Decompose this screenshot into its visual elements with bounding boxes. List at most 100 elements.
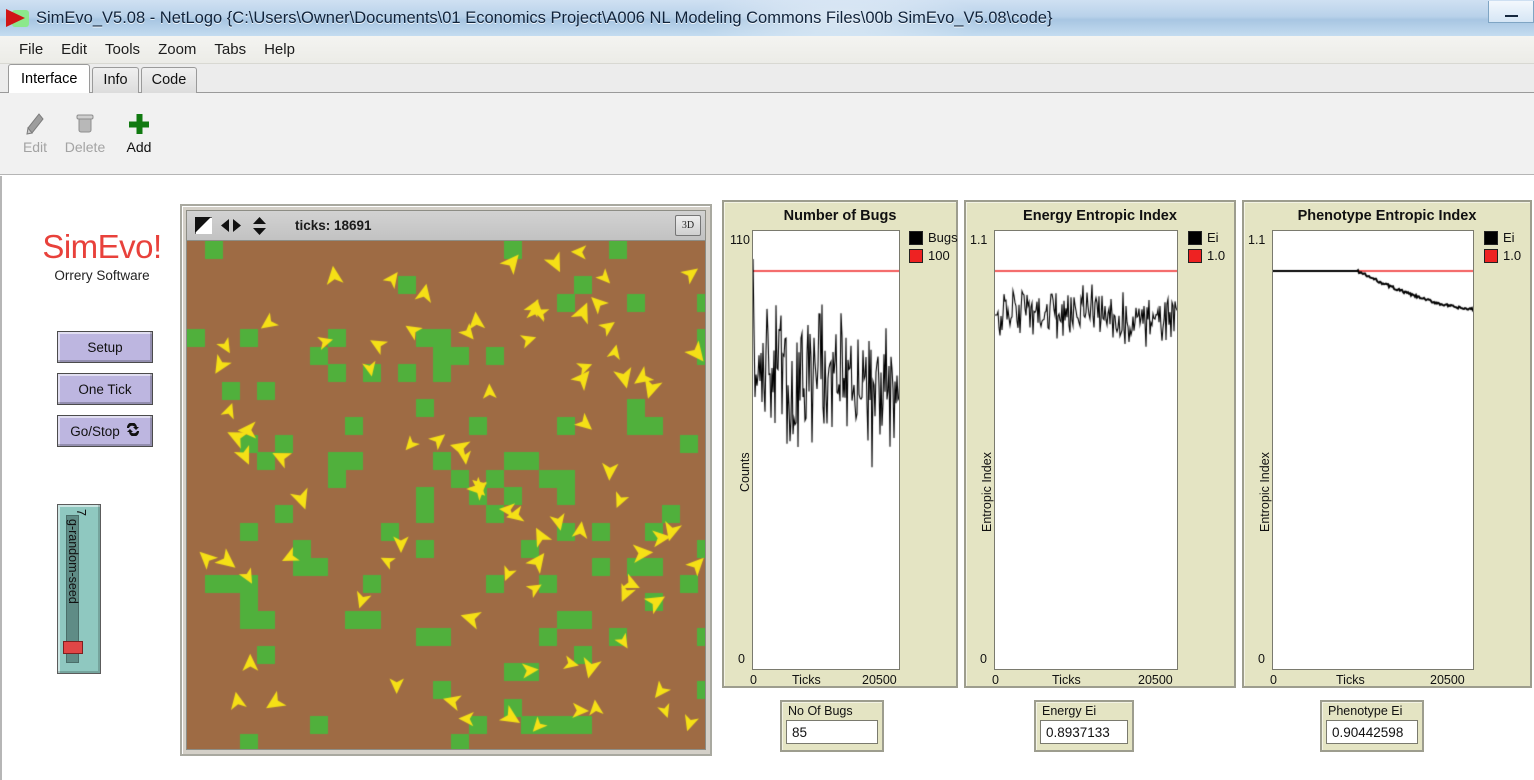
go-stop-button-label: Go/Stop [70,424,120,439]
window-controls[interactable] [1488,0,1534,23]
plot-x-min: 0 [1270,673,1277,687]
plot-x-max: 20500 [862,673,897,687]
tab-code[interactable]: Code [141,67,198,93]
monitor-label: Phenotype Ei [1326,704,1418,718]
simevo-logo: SimEvo! Orrery Software [32,228,172,283]
legend-label: 100 [928,248,950,263]
legend-swatch [909,249,923,263]
monitor-label: No Of Bugs [786,704,878,718]
menu-item-help[interactable]: Help [255,39,304,60]
plot-canvas[interactable] [1272,230,1474,670]
interface-canvas: SimEvo! Orrery Software Setup One Tick G… [0,176,1534,780]
plot-phenotype-entropic-index[interactable]: Phenotype Entropic Index 1.1 0 Entropic … [1242,200,1532,688]
legend-swatch [1188,231,1202,245]
setup-button-label: Setup [87,340,122,355]
add-button[interactable]: Add [112,109,166,161]
logo-title: SimEvo! [32,228,172,266]
delete-button-label: Delete [65,139,105,155]
world-view[interactable]: ticks: 18691 3D [180,204,712,756]
legend-swatch [909,231,923,245]
plot-x-label: Ticks [1336,673,1365,687]
go-stop-button[interactable]: Go/Stop [57,415,153,447]
three-d-button[interactable]: 3D [675,215,701,236]
legend-entry: Ei [1188,230,1225,245]
legend-label: Ei [1503,230,1515,245]
logo-subtitle: Orrery Software [32,268,172,283]
vertical-resize-icon[interactable] [250,216,269,236]
horizontal-resize-icon[interactable] [220,217,242,234]
menu-bar: File Edit Tools Zoom Tabs Help [0,36,1534,64]
view-size-icon[interactable] [195,217,212,234]
plot-legend: Ei 1.0 [1484,230,1521,266]
monitor-energy-ei[interactable]: Energy Ei 0.8937133 [1034,700,1134,752]
window-title-bar: SimEvo_V5.08 - NetLogo {C:\Users\Owner\D… [0,0,1534,36]
plot-legend: Bugs 100 [909,230,958,266]
legend-label: 1.0 [1207,248,1225,263]
monitor-label: Energy Ei [1040,704,1128,718]
window-title: SimEvo_V5.08 - NetLogo {C:\Users\Owner\D… [36,9,1052,28]
plot-canvas[interactable] [994,230,1178,670]
world-canvas[interactable] [187,241,705,749]
netlogo-app-icon [6,5,32,31]
plot-title: Number of Bugs [724,208,956,224]
menu-item-zoom[interactable]: Zoom [149,39,205,60]
menu-item-edit[interactable]: Edit [52,39,96,60]
world-view-header: ticks: 18691 3D [187,211,705,241]
setup-button[interactable]: Setup [57,331,153,363]
plot-number-of-bugs[interactable]: Number of Bugs 110 0 Counts 0 Ticks 2050… [722,200,958,688]
plot-title: Phenotype Entropic Index [1244,208,1530,224]
monitor-value: 0.8937133 [1040,720,1128,744]
edit-button[interactable]: Edit [8,109,62,161]
legend-entry: 1.0 [1188,248,1225,263]
monitor-phenotype-ei[interactable]: Phenotype Ei 0.90442598 [1320,700,1424,752]
one-tick-button-label: One Tick [78,382,131,397]
plot-x-min: 0 [750,673,757,687]
add-button-label: Add [127,139,152,155]
interface-toolbar: Edit Delete Add abc Button faster [0,93,1534,175]
plot-y-min: 0 [738,652,745,666]
one-tick-button[interactable]: One Tick [57,373,153,405]
plot-y-min: 0 [980,652,987,666]
monitor-no-of-bugs[interactable]: No Of Bugs 85 [780,700,884,752]
minimize-button[interactable] [1488,1,1534,23]
tab-info[interactable]: Info [92,67,138,93]
legend-swatch [1484,249,1498,263]
plot-x-min: 0 [992,673,999,687]
slider-value: 7 [74,509,88,516]
delete-button[interactable]: Delete [58,109,112,161]
menu-item-tabs[interactable]: Tabs [205,39,255,60]
plot-y-label: Counts [738,452,752,492]
g-random-seed-slider[interactable]: g-random-seed 7 [57,504,101,674]
monitor-value: 0.90442598 [1326,720,1418,744]
plot-y-label: Entropic Index [980,452,994,532]
forever-loop-icon [126,423,140,439]
plot-x-label: Ticks [792,673,821,687]
legend-entry: 1.0 [1484,248,1521,263]
edit-button-label: Edit [23,139,47,155]
world-patches-canvas[interactable] [187,241,705,749]
menu-item-tools[interactable]: Tools [96,39,149,60]
plot-y-max: 110 [730,233,750,247]
legend-swatch [1484,231,1498,245]
legend-label: Ei [1207,230,1219,245]
plot-legend: Ei 1.0 [1188,230,1225,266]
ticks-counter: ticks: 18691 [295,218,372,233]
legend-label: Bugs [928,230,958,245]
plot-canvas[interactable] [752,230,900,670]
plot-x-max: 20500 [1138,673,1173,687]
tab-strip: Interface Info Code [0,64,1534,93]
pencil-icon [24,109,46,139]
legend-entry: 100 [909,248,958,263]
legend-entry: Bugs [909,230,958,245]
slider-label: g-random-seed [66,519,80,659]
plot-y-max: 1.1 [970,233,987,247]
menu-item-file[interactable]: File [10,39,52,60]
plot-energy-entropic-index[interactable]: Energy Entropic Index 1.1 0 Entropic Ind… [964,200,1236,688]
plot-y-max: 1.1 [1248,233,1265,247]
plot-title: Energy Entropic Index [966,208,1234,224]
monitor-value: 85 [786,720,878,744]
plot-y-min: 0 [1258,652,1265,666]
plot-x-label: Ticks [1052,673,1081,687]
tab-interface[interactable]: Interface [8,64,90,93]
legend-entry: Ei [1484,230,1521,245]
